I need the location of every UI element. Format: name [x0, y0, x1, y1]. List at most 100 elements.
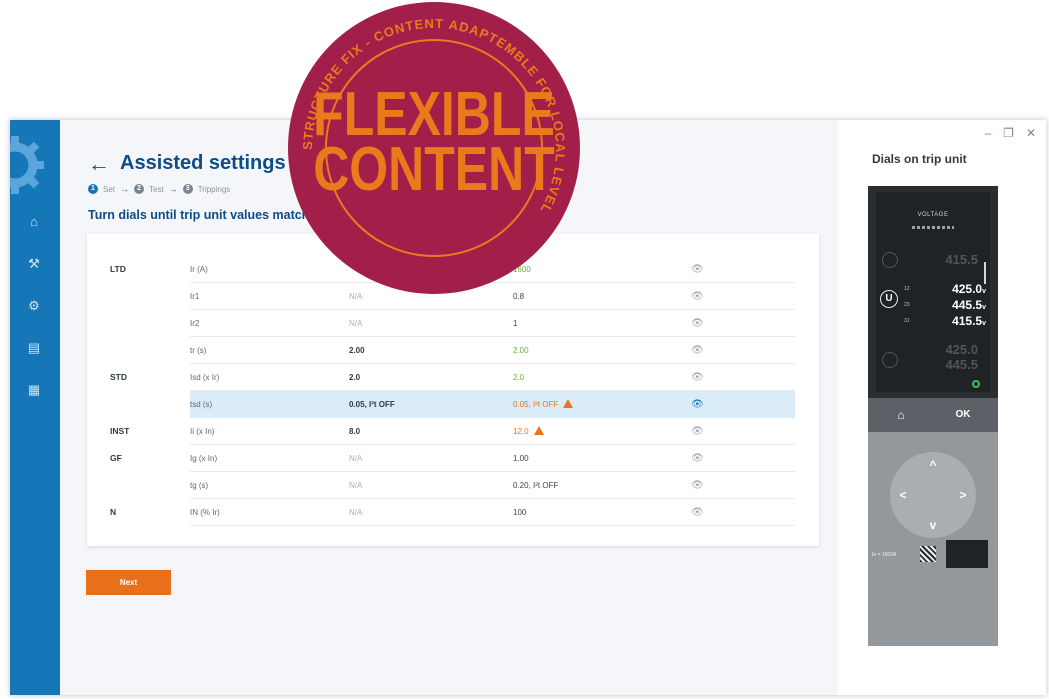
qr-code-icon: [920, 546, 936, 562]
eye-icon[interactable]: 👁: [691, 445, 704, 472]
setting-value: 0.05, I²t OFF: [349, 400, 395, 409]
eye-icon[interactable]: 👁: [691, 337, 704, 364]
ghost-value-bottom-2: 445.5: [945, 357, 978, 372]
parameter-name: Ir (A): [190, 265, 208, 274]
right-arrow-icon[interactable]: >: [956, 488, 970, 502]
setting-value: N/A: [349, 319, 363, 328]
reading-phase: 12: [904, 286, 910, 292]
status-led-icon: [972, 380, 980, 388]
table-row: tr (s) 2.00 2.00 👁: [87, 337, 819, 364]
step-2-number: 2: [134, 184, 145, 194]
reading-unit: v: [982, 304, 986, 311]
table-row: GF Ig (x In) N/A 1.00 👁: [87, 445, 819, 472]
setting-value: N/A: [349, 454, 363, 463]
reading-unit: v: [982, 320, 986, 327]
eye-icon[interactable]: 👁: [691, 391, 704, 418]
parameter-name: Isd (x Ir): [190, 373, 220, 382]
step-1-label: Set: [103, 184, 116, 194]
ghost-value-top: 415.5: [945, 252, 978, 267]
trip-value-text: 1.00: [513, 454, 529, 463]
trip-unit-value: 2.00: [513, 337, 529, 364]
eye-icon[interactable]: 👁: [691, 310, 704, 337]
screen: ⌂ ⚒ ⚙ ▤ ▦ ← Assisted settings 1 Set → 2 …: [0, 0, 1049, 699]
setting-value: 8.0: [349, 427, 361, 436]
back-arrow-icon[interactable]: ←: [88, 152, 110, 175]
gear-logo-icon: [10, 136, 44, 194]
parameter-name: tr (s): [190, 346, 207, 355]
trip-unit-screen: VOLTAGE 415.5 U 12 425.0v 23 445.5v 31 4…: [876, 192, 990, 392]
trip-unit-value: 100: [513, 499, 526, 526]
protection-group: LTD: [110, 264, 126, 274]
rating-label: In = 1600A: [872, 552, 897, 558]
page-title: Assisted settings: [120, 152, 286, 174]
trip-unit-value: 2.0: [513, 364, 524, 391]
stepper: 1 Set → 2 Test → 3 Trippings: [88, 184, 230, 194]
step-arrow-icon: →: [168, 184, 178, 194]
parameter-name: Ii (x In): [190, 427, 215, 436]
minimize-icon[interactable]: –: [984, 126, 991, 140]
stamp-line-2: CONTENT: [313, 134, 555, 204]
left-arrow-icon[interactable]: <: [896, 488, 910, 502]
trip-value-text: 12.0: [513, 427, 529, 436]
restore-icon[interactable]: ❐: [1003, 126, 1014, 140]
row-highlight: [190, 391, 795, 418]
table-row: Ir2 N/A 1 👁: [87, 310, 819, 337]
table-row: tg (s) N/A 0.20, I²t OFF 👁: [87, 472, 819, 499]
ghost-value-bottom: 425.0: [945, 342, 978, 357]
scroll-indicator: [984, 262, 986, 284]
settings-icon[interactable]: ⚙: [24, 296, 44, 316]
sidebar: ⌂ ⚒ ⚙ ▤ ▦: [10, 120, 60, 695]
document-icon[interactable]: ▤: [24, 338, 44, 358]
protection-group: GF: [110, 453, 122, 463]
page-indicator: [912, 226, 954, 229]
window-controls: – ❐ ✕: [984, 126, 1036, 140]
parameter-name: tsd (s): [190, 400, 213, 409]
warning-icon: [563, 399, 574, 408]
reading-value: 425.0: [952, 282, 983, 296]
trip-value-text: 1: [513, 319, 518, 328]
step-arrow-icon: →: [120, 184, 130, 194]
up-arrow-icon[interactable]: ^: [926, 458, 940, 472]
table-row: INST Ii (x In) 8.0 12.0 👁: [87, 418, 819, 445]
trip-value-text: 2.0: [513, 373, 525, 382]
ghost-circle-icon: [882, 252, 898, 268]
parameter-name: Ir2: [190, 319, 200, 328]
ghost-circle-icon: [882, 352, 898, 368]
step-3-number: 3: [182, 184, 193, 194]
warning-icon: [533, 426, 544, 435]
eye-icon[interactable]: 👁: [691, 499, 704, 526]
table-row: tsd (s) 0.05, I²t OFF 0.05, I²t OFF 👁: [87, 391, 819, 418]
home-icon[interactable]: ⌂: [24, 212, 44, 232]
eye-icon[interactable]: 👁: [691, 283, 704, 310]
trip-unit-device: VOLTAGE 415.5 U 12 425.0v 23 445.5v 31 4…: [868, 186, 998, 646]
connector-port: [946, 540, 988, 568]
trip-value-text: 0.20, I²t OFF: [513, 481, 559, 490]
title-row: ← Assisted settings: [88, 152, 286, 175]
trip-value-text: 100: [513, 508, 527, 517]
reading-row: 31 415.5v: [904, 314, 986, 328]
trip-unit-value: 1: [513, 310, 517, 337]
row-divider: [190, 525, 795, 526]
eye-icon[interactable]: 👁: [691, 256, 704, 283]
down-arrow-icon[interactable]: v: [926, 518, 940, 532]
reading-row: 23 445.5v: [904, 298, 986, 312]
reading-phase: 31: [904, 318, 910, 324]
next-button[interactable]: Next: [86, 570, 171, 595]
trip-unit-value: 0.20, I²t OFF: [513, 472, 558, 499]
parameter-name: IN (% Ir): [190, 508, 220, 517]
close-icon[interactable]: ✕: [1026, 126, 1036, 140]
home-key-icon[interactable]: ⌂: [892, 406, 910, 424]
ok-key[interactable]: OK: [952, 406, 974, 424]
setting-value: 2.0: [349, 373, 361, 382]
table-row: N IN (% Ir) N/A 100 👁: [87, 499, 819, 526]
device-lower: ^ v < > In = 1600A: [868, 432, 998, 646]
eye-icon[interactable]: 👁: [691, 472, 704, 499]
protection-group: INST: [110, 426, 130, 436]
report-icon[interactable]: ▦: [24, 380, 44, 400]
eye-icon[interactable]: 👁: [691, 364, 704, 391]
screen-label: VOLTAGE: [917, 212, 949, 218]
tools-icon[interactable]: ⚒: [24, 254, 44, 274]
eye-icon[interactable]: 👁: [691, 418, 704, 445]
panel-title: Dials on trip unit: [872, 152, 967, 166]
key-bar: ⌂ OK: [868, 398, 998, 432]
